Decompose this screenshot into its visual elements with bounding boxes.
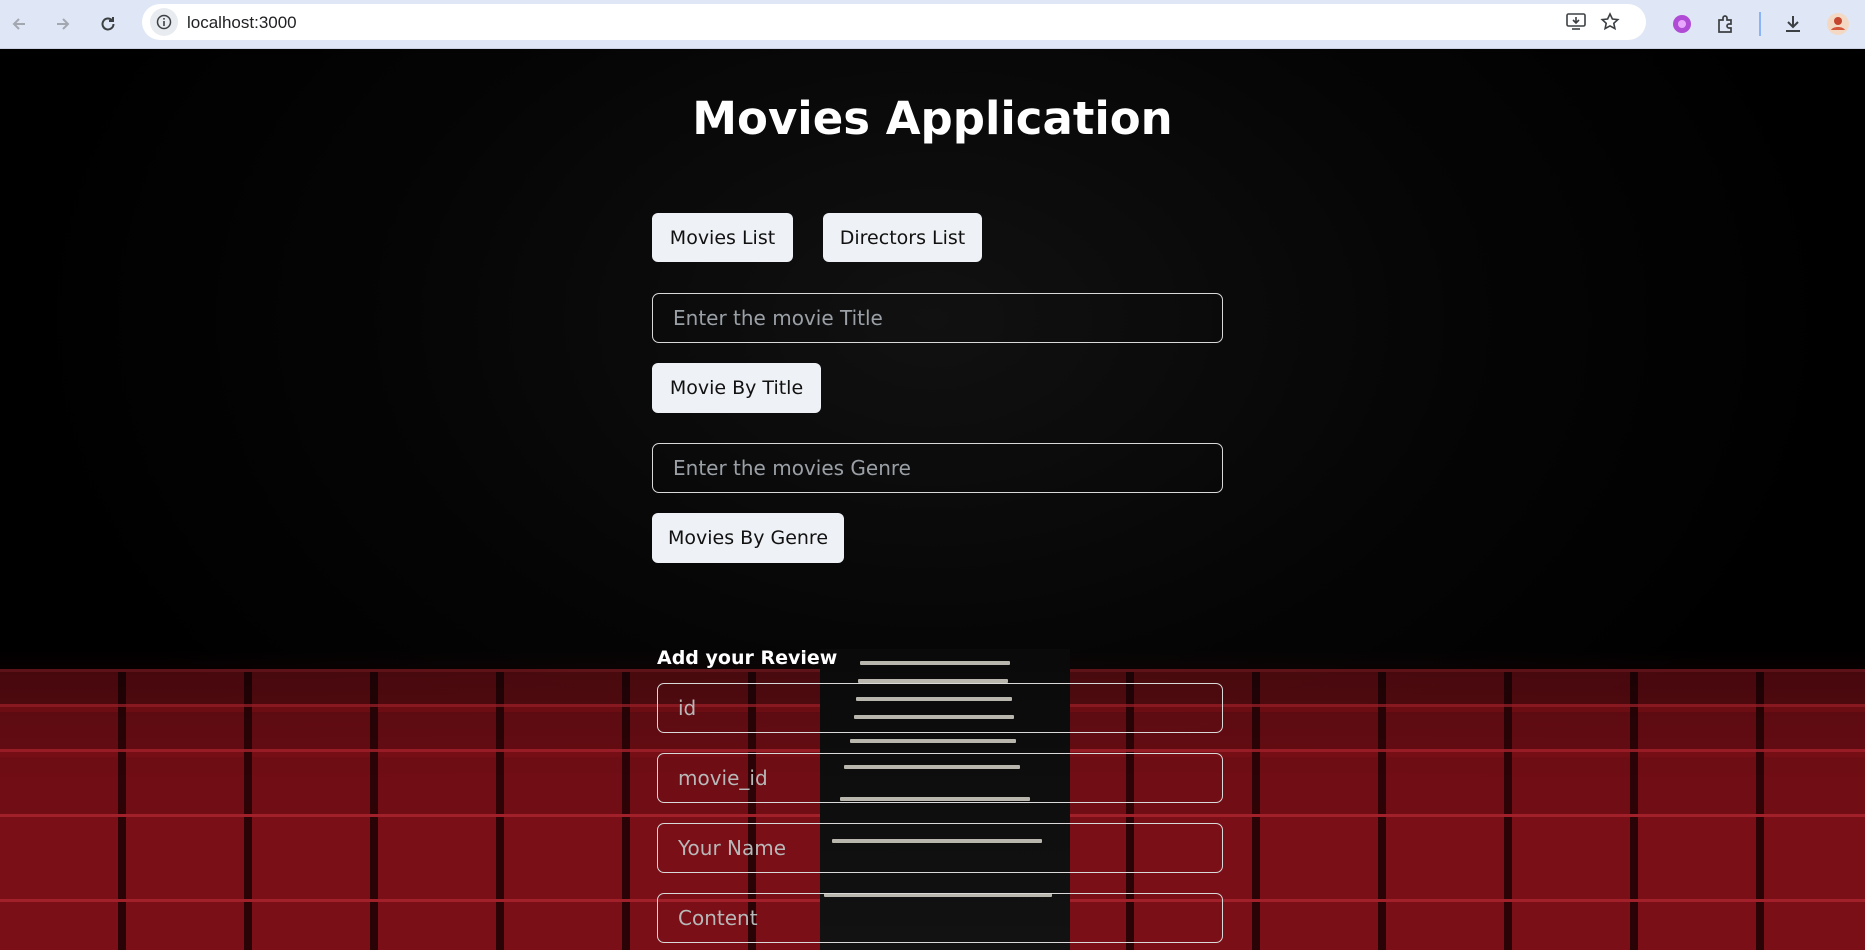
review-name-input[interactable] xyxy=(657,823,1223,873)
install-app-icon[interactable] xyxy=(1564,10,1588,34)
downloads-icon[interactable] xyxy=(1779,10,1807,38)
extensions-puzzle-icon[interactable] xyxy=(1712,10,1740,38)
reload-icon[interactable] xyxy=(94,10,122,38)
address-bar[interactable]: localhost:3000 xyxy=(142,4,1646,40)
browser-toolbar: localhost:3000 xyxy=(0,0,1865,49)
movie-by-title-button[interactable]: Movie By Title xyxy=(652,363,821,413)
profile-extension-icon[interactable] xyxy=(1668,10,1696,38)
back-icon[interactable] xyxy=(5,10,33,38)
review-content-input[interactable] xyxy=(657,893,1223,943)
review-movie-id-input[interactable] xyxy=(657,753,1223,803)
page-title: Movies Application xyxy=(692,92,1173,145)
review-heading: Add your Review xyxy=(657,647,838,669)
url-text[interactable]: localhost:3000 xyxy=(187,13,297,33)
forward-icon[interactable] xyxy=(49,10,77,38)
movie-title-input[interactable] xyxy=(652,293,1223,343)
account-avatar-icon[interactable] xyxy=(1824,10,1852,38)
review-id-input[interactable] xyxy=(657,683,1223,733)
site-info-icon[interactable] xyxy=(150,8,178,36)
directors-list-button[interactable]: Directors List xyxy=(823,213,982,262)
app-page: Movies Application Movies List Directors… xyxy=(0,49,1865,950)
toolbar-separator xyxy=(1759,12,1761,36)
movies-list-button[interactable]: Movies List xyxy=(652,213,793,262)
aisle-step xyxy=(850,739,1016,743)
movies-by-genre-button[interactable]: Movies By Genre xyxy=(652,513,844,563)
aisle-step xyxy=(860,661,1010,665)
bookmark-star-icon[interactable] xyxy=(1598,10,1622,34)
movie-genre-input[interactable] xyxy=(652,443,1223,493)
